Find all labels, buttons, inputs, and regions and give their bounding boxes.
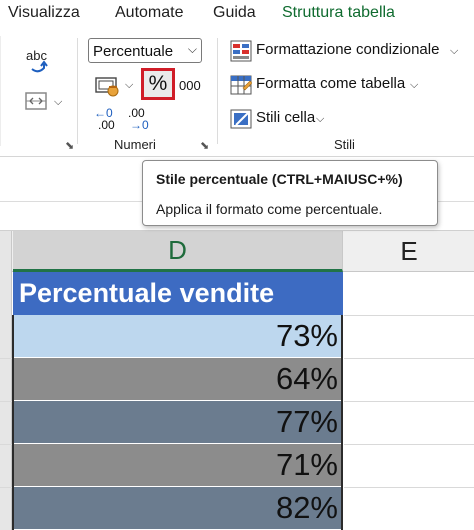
tooltip-description: Applica il formato come percentuale. [156,201,383,217]
format-as-table-button[interactable]: Formatta come tabella [256,75,405,92]
cell-styles-icon [230,108,252,130]
format-as-table-dropdown-icon[interactable]: ⌵ [410,79,418,92]
gridline [344,401,474,402]
row-header-corner[interactable] [0,231,12,272]
group-separator [77,38,78,144]
column-header-row: D E [0,230,474,272]
column-header-e[interactable]: E [344,231,474,272]
format-as-table-icon [230,74,253,96]
increase-decimal-button[interactable]: ←0 .00 [94,106,120,136]
chevron-down-icon: ⌵ [187,42,197,56]
alignment-launcher-icon[interactable]: ⬊ [65,141,74,152]
conditional-formatting-icon [230,40,252,62]
number-format-select[interactable]: Percentuale ⌵ [88,38,202,63]
gridline [0,401,12,402]
gridline [344,315,474,316]
value-text: 73% [275,318,338,353]
tooltip: Stile percentuale (CTRL+MAIUSC+%) Applic… [142,160,438,226]
value-text: 64% [275,361,338,396]
accounting-dropdown-icon[interactable]: ⌵ [125,79,133,92]
merge-cells-icon[interactable] [24,90,48,114]
value-text: 71% [275,447,338,482]
cell-styles-button[interactable]: Stili cella [256,109,315,126]
wrap-text-icon[interactable]: abc [24,48,52,76]
accounting-format-icon[interactable] [94,74,122,98]
gridline [344,444,474,445]
tab-guida[interactable]: Guida [213,4,256,22]
gridline [0,444,12,445]
tooltip-title: Stile percentuale (CTRL+MAIUSC+%) [156,171,403,187]
value-cell[interactable]: 73% [13,315,343,358]
tab-struttura-tabella[interactable]: Struttura tabella [282,4,395,22]
ribbon: abc ⌵ Percentuale ⌵ ⌵ % 000 ←0 .00 .00 →… [0,30,474,157]
gridline [0,487,12,488]
table-header-label: Percentuale vendite [19,278,275,308]
number-format-value: Percentuale [93,43,174,60]
value-cell[interactable]: 64% [13,358,343,401]
conditional-formatting-button[interactable]: Formattazione condizionale [256,41,439,58]
styles-group-label: Stili [334,137,355,152]
percent-icon: % [148,72,168,95]
merge-dropdown-icon[interactable]: ⌵ [54,96,62,109]
ribbon-tabs: Visualizza Automate Guida Struttura tabe… [0,0,474,30]
tab-automate[interactable]: Automate [115,4,183,22]
group-separator [217,38,218,144]
decrease-decimal-button[interactable]: .00 →0 [128,106,154,136]
value-cell[interactable]: 82% [13,487,343,530]
conditional-formatting-dropdown-icon[interactable]: ⌵ [450,45,458,58]
cell-styles-dropdown-icon[interactable]: ⌵ [316,113,324,126]
gridline [0,358,12,359]
column-header-d[interactable]: D [13,231,343,272]
comma-style-button[interactable]: 000 [179,78,201,93]
value-text: 77% [275,404,338,439]
percent-style-button[interactable]: % [141,68,175,100]
gridline [344,358,474,359]
tab-visualizza[interactable]: Visualizza [8,4,80,22]
decrease-decimal-bottom: →0 [130,118,149,132]
value-cell[interactable]: 77% [13,401,343,444]
value-cell[interactable]: 71% [13,444,343,487]
increase-decimal-bottom: .00 [98,118,115,132]
group-separator [0,36,1,146]
table-header-cell[interactable]: Percentuale vendite [13,272,343,315]
numbers-launcher-icon[interactable]: ⬊ [200,141,209,152]
numbers-group-label: Numeri [114,137,156,152]
gridline [344,487,474,488]
value-text: 82% [275,490,338,525]
